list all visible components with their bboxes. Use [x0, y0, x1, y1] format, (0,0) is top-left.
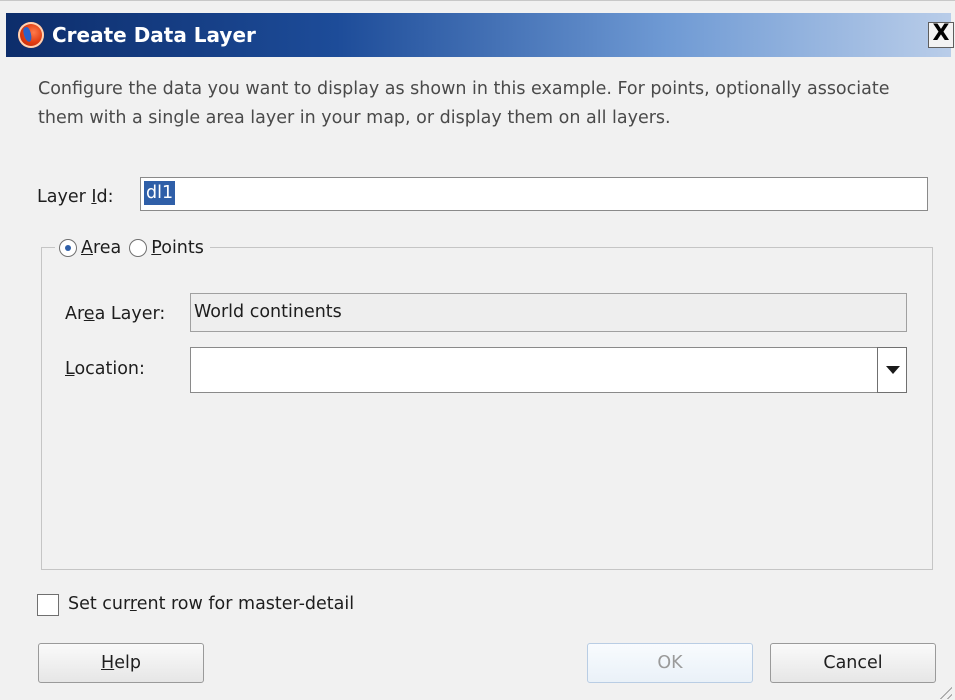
resize-grip-icon[interactable] [936, 683, 952, 699]
title-bar[interactable]: Create Data Layer X [6, 13, 954, 57]
location-label: Location: [65, 359, 145, 379]
app-icon [18, 22, 44, 48]
cancel-button[interactable]: Cancel [770, 643, 936, 683]
close-button[interactable]: X [928, 22, 954, 48]
area-layer-label: Area Layer: [65, 304, 166, 324]
master-detail-checkbox[interactable] [37, 594, 59, 616]
area-radio[interactable] [59, 239, 77, 257]
area-layer-field: World continents [190, 293, 907, 332]
ok-button[interactable]: OK [587, 643, 753, 683]
layer-id-label: Layer Id: [37, 187, 114, 207]
points-radio[interactable] [129, 239, 148, 257]
layer-type-legend: Area Points [55, 233, 210, 263]
dialog-title: Create Data Layer [52, 23, 256, 47]
master-detail-label[interactable]: Set current row for master-detail [68, 594, 354, 614]
create-data-layer-dialog: Create Data Layer X Configure the data y… [0, 0, 955, 700]
points-radio-label[interactable]: Points [151, 238, 204, 258]
location-combobox[interactable] [190, 347, 878, 393]
layer-id-input[interactable]: dl1 [140, 177, 928, 211]
help-button[interactable]: Help [38, 643, 204, 683]
area-radio-label[interactable]: Area [81, 238, 121, 258]
layer-id-value: dl1 [144, 181, 176, 205]
location-dropdown-button[interactable] [877, 347, 907, 393]
dialog-description: Configure the data you want to display a… [38, 79, 890, 128]
